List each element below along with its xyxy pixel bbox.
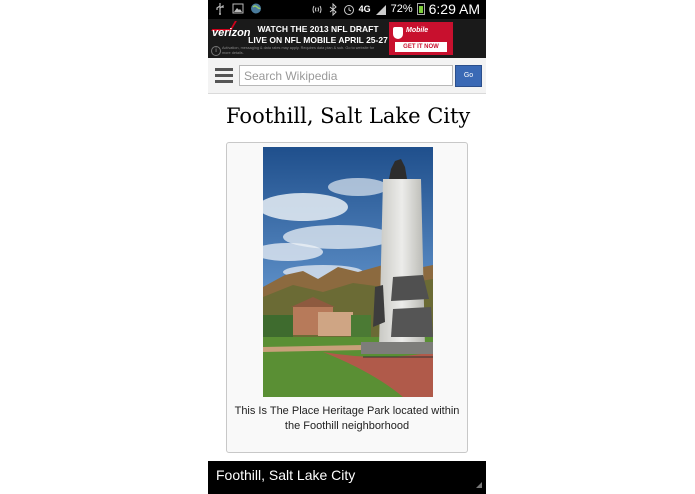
ad-brand-logo: verizon [212, 27, 251, 39]
image-caption: This Is The Place Heritage Park located … [234, 405, 460, 432]
ad-headline: WATCH THE 2013 NFL DRAFT LIVE ON NFL MOB… [248, 24, 388, 45]
ad-info-icon[interactable]: i [211, 46, 221, 56]
bottom-bar-title: Foothill, Salt Lake City [216, 467, 356, 483]
bluetooth-icon [329, 2, 337, 16]
globe-icon [251, 3, 261, 14]
ad-product-name: Mobile [406, 27, 429, 34]
alarm-icon [343, 4, 354, 15]
status-bar: 4G 72% 6:29 AM [208, 0, 486, 19]
corner-triangle-icon [476, 482, 482, 488]
ad-fine-print: Activation, messaging & data rates may a… [222, 46, 375, 55]
usb-icon [216, 3, 224, 15]
phone-screen: 4G 72% 6:29 AM verizon WATCH THE 2013 NF… [208, 0, 486, 494]
menu-icon[interactable] [215, 68, 233, 84]
signal-icon [375, 4, 386, 15]
nfc-icon [312, 5, 322, 13]
battery-percent: 72% [390, 3, 413, 15]
network-type: 4G [358, 4, 371, 14]
bottom-bar[interactable]: Foothill, Salt Lake City [208, 461, 486, 494]
search-input[interactable] [239, 65, 453, 86]
monument-photo[interactable] [263, 147, 433, 397]
ad-banner[interactable]: verizon WATCH THE 2013 NFL DRAFT LIVE ON… [208, 19, 486, 58]
page-title: Foothill, Salt Lake City [226, 104, 471, 128]
wiki-header: Go [208, 58, 486, 94]
image-icon [232, 3, 244, 14]
battery-icon [416, 3, 425, 15]
go-button[interactable]: Go [455, 65, 482, 87]
clock: 6:29 AM [428, 1, 480, 17]
image-thumbnail: This Is The Place Heritage Park located … [226, 142, 468, 453]
nfl-shield-icon [393, 27, 403, 39]
ad-cta-button[interactable]: GET IT NOW [395, 42, 447, 52]
ad-product-box[interactable]: Mobile GET IT NOW [389, 22, 453, 55]
